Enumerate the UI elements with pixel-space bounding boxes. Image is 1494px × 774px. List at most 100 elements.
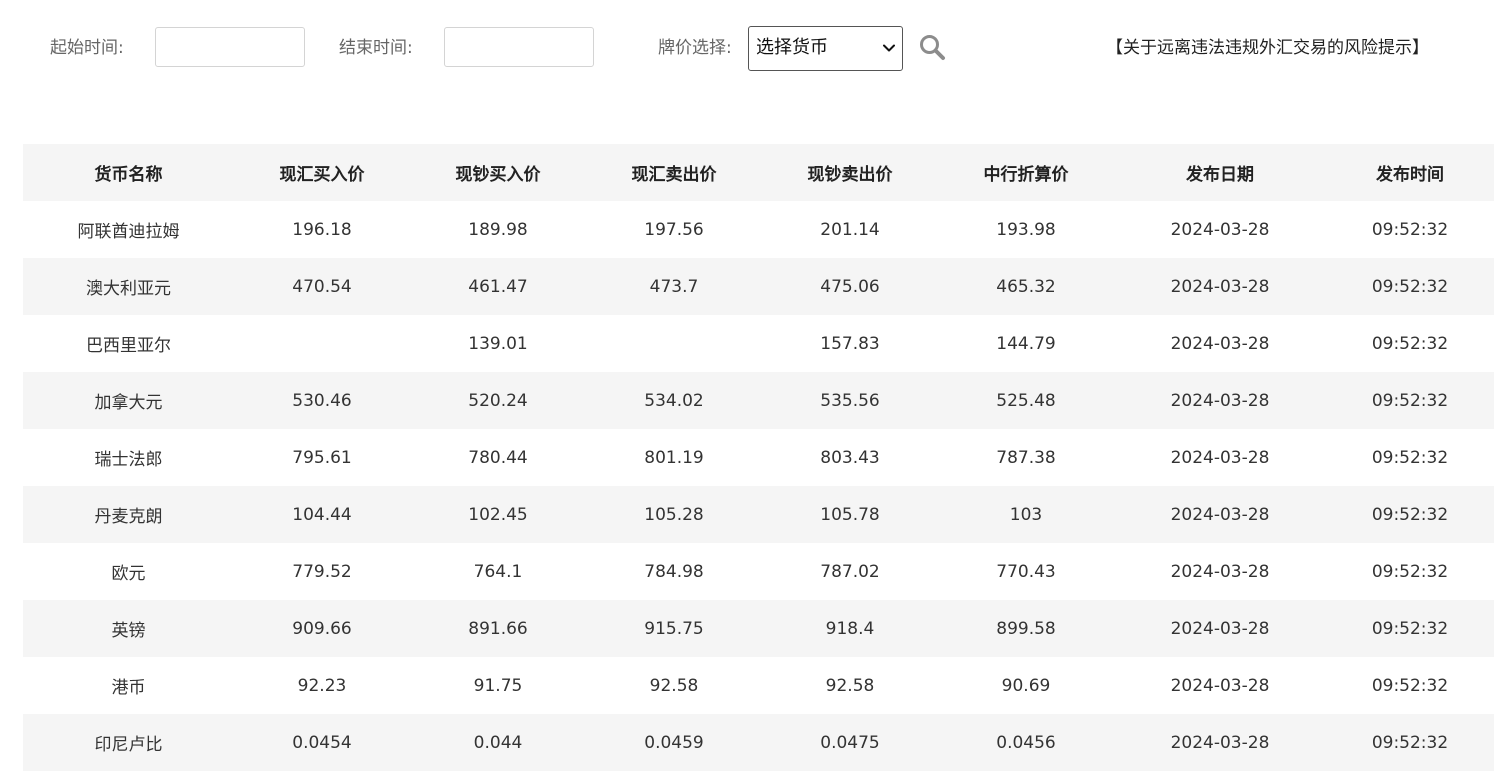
cell-spot-sell: 197.56 — [586, 201, 762, 258]
cell-boc-rate: 103 — [938, 486, 1114, 543]
cell-cash-sell: 105.78 — [762, 486, 938, 543]
cell-currency-name: 英镑 — [23, 600, 234, 657]
end-time-input[interactable] — [444, 27, 594, 67]
cell-cash-buy: 139.01 — [410, 315, 586, 372]
cell-publish-time: 09:52:32 — [1326, 486, 1494, 543]
cell-publish-date: 2024-03-28 — [1114, 714, 1326, 771]
table-row: 丹麦克朗 104.44 102.45 105.28 105.78 103 202… — [23, 486, 1494, 543]
cell-spot-sell: 784.98 — [586, 543, 762, 600]
cell-cash-buy: 780.44 — [410, 429, 586, 486]
cell-currency-name: 印尼卢比 — [23, 714, 234, 771]
cell-publish-date: 2024-03-28 — [1114, 315, 1326, 372]
cell-boc-rate: 90.69 — [938, 657, 1114, 714]
cell-boc-rate: 525.48 — [938, 372, 1114, 429]
currency-select[interactable]: 选择货币 — [748, 26, 903, 71]
cell-publish-date: 2024-03-28 — [1114, 657, 1326, 714]
cell-spot-buy: 104.44 — [234, 486, 410, 543]
cell-currency-name: 瑞士法郎 — [23, 429, 234, 486]
cell-boc-rate: 144.79 — [938, 315, 1114, 372]
cell-publish-time: 09:52:32 — [1326, 258, 1494, 315]
cell-cash-buy: 891.66 — [410, 600, 586, 657]
cell-cash-buy: 91.75 — [410, 657, 586, 714]
table-row: 加拿大元 530.46 520.24 534.02 535.56 525.48 … — [23, 372, 1494, 429]
cell-cash-sell: 92.58 — [762, 657, 938, 714]
cell-publish-date: 2024-03-28 — [1114, 486, 1326, 543]
cell-publish-time: 09:52:32 — [1326, 714, 1494, 771]
cell-spot-buy: 795.61 — [234, 429, 410, 486]
cell-boc-rate: 770.43 — [938, 543, 1114, 600]
cell-publish-time: 09:52:32 — [1326, 372, 1494, 429]
price-select-label: 牌价选择: — [658, 38, 732, 58]
cell-cash-sell: 918.4 — [762, 600, 938, 657]
chevron-down-icon — [883, 44, 895, 52]
cell-boc-rate: 899.58 — [938, 600, 1114, 657]
cell-spot-buy: 909.66 — [234, 600, 410, 657]
cell-cash-buy: 102.45 — [410, 486, 586, 543]
header-currency-name: 货币名称 — [23, 144, 234, 201]
end-time-label: 结束时间: — [339, 38, 413, 58]
cell-spot-buy: 0.0454 — [234, 714, 410, 771]
cell-currency-name: 阿联酋迪拉姆 — [23, 201, 234, 258]
header-cash-buy: 现钞买入价 — [410, 144, 586, 201]
cell-cash-buy: 189.98 — [410, 201, 586, 258]
start-time-label: 起始时间: — [50, 38, 124, 58]
header-publish-date: 发布日期 — [1114, 144, 1326, 201]
header-spot-buy: 现汇买入价 — [234, 144, 410, 201]
cell-cash-sell: 157.83 — [762, 315, 938, 372]
cell-cash-buy: 0.044 — [410, 714, 586, 771]
table-header-row: 货币名称 现汇买入价 现钞买入价 现汇卖出价 现钞卖出价 中行折算价 发布日期 … — [23, 144, 1494, 201]
cell-cash-sell: 787.02 — [762, 543, 938, 600]
cell-spot-sell: 801.19 — [586, 429, 762, 486]
cell-spot-sell: 105.28 — [586, 486, 762, 543]
header-publish-time: 发布时间 — [1326, 144, 1494, 201]
cell-publish-date: 2024-03-28 — [1114, 372, 1326, 429]
cell-publish-time: 09:52:32 — [1326, 315, 1494, 372]
cell-spot-buy — [234, 315, 410, 372]
cell-cash-buy: 520.24 — [410, 372, 586, 429]
cell-spot-buy: 196.18 — [234, 201, 410, 258]
table-row: 瑞士法郎 795.61 780.44 801.19 803.43 787.38 … — [23, 429, 1494, 486]
cell-publish-time: 09:52:32 — [1326, 429, 1494, 486]
start-time-input[interactable] — [155, 27, 305, 67]
cell-boc-rate: 787.38 — [938, 429, 1114, 486]
header-cash-sell: 现钞卖出价 — [762, 144, 938, 201]
table-row: 港币 92.23 91.75 92.58 92.58 90.69 2024-03… — [23, 657, 1494, 714]
cell-publish-date: 2024-03-28 — [1114, 429, 1326, 486]
cell-publish-date: 2024-03-28 — [1114, 258, 1326, 315]
risk-notice-link[interactable]: 【关于远离违法违规外汇交易的风险提示】 — [1106, 37, 1429, 59]
cell-spot-sell: 473.7 — [586, 258, 762, 315]
table-row: 英镑 909.66 891.66 915.75 918.4 899.58 202… — [23, 600, 1494, 657]
cell-boc-rate: 0.0456 — [938, 714, 1114, 771]
cell-currency-name: 巴西里亚尔 — [23, 315, 234, 372]
header-spot-sell: 现汇卖出价 — [586, 144, 762, 201]
header-boc-rate: 中行折算价 — [938, 144, 1114, 201]
table-row: 欧元 779.52 764.1 784.98 787.02 770.43 202… — [23, 543, 1494, 600]
cell-spot-sell: 92.58 — [586, 657, 762, 714]
cell-cash-buy: 461.47 — [410, 258, 586, 315]
cell-publish-date: 2024-03-28 — [1114, 201, 1326, 258]
filter-bar: 起始时间: 结束时间: 牌价选择: 选择货币 【关于远离违法违规外汇交易的风险提… — [0, 0, 1494, 100]
cell-currency-name: 澳大利亚元 — [23, 258, 234, 315]
cell-spot-sell: 534.02 — [586, 372, 762, 429]
cell-spot-sell: 915.75 — [586, 600, 762, 657]
currency-select-value: 选择货币 — [756, 37, 828, 58]
cell-spot-buy: 779.52 — [234, 543, 410, 600]
cell-cash-sell: 0.0475 — [762, 714, 938, 771]
table-row: 澳大利亚元 470.54 461.47 473.7 475.06 465.32 … — [23, 258, 1494, 315]
cell-cash-sell: 535.56 — [762, 372, 938, 429]
exchange-rate-page: 起始时间: 结束时间: 牌价选择: 选择货币 【关于远离违法违规外汇交易的风险提… — [0, 0, 1494, 774]
search-icon[interactable] — [918, 33, 946, 61]
cell-boc-rate: 193.98 — [938, 201, 1114, 258]
cell-cash-buy: 764.1 — [410, 543, 586, 600]
cell-publish-time: 09:52:32 — [1326, 657, 1494, 714]
cell-cash-sell: 803.43 — [762, 429, 938, 486]
cell-spot-buy: 470.54 — [234, 258, 410, 315]
cell-cash-sell: 475.06 — [762, 258, 938, 315]
cell-publish-time: 09:52:32 — [1326, 543, 1494, 600]
cell-currency-name: 港币 — [23, 657, 234, 714]
cell-spot-buy: 92.23 — [234, 657, 410, 714]
cell-publish-time: 09:52:32 — [1326, 201, 1494, 258]
cell-currency-name: 加拿大元 — [23, 372, 234, 429]
cell-boc-rate: 465.32 — [938, 258, 1114, 315]
cell-currency-name: 欧元 — [23, 543, 234, 600]
